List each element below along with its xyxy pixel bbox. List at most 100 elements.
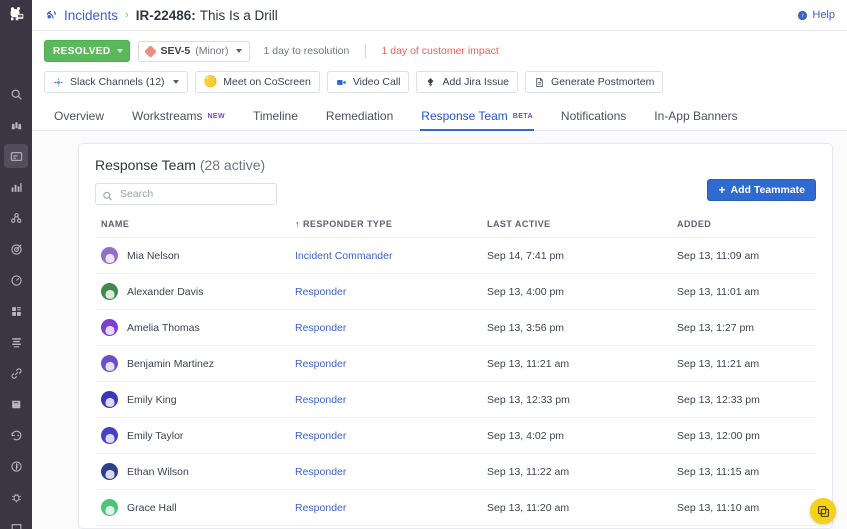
search-icon[interactable] (4, 82, 28, 106)
table-row[interactable]: Emily KingResponder Sep 13, 12:33 pmSep 1… (95, 382, 816, 418)
table-row[interactable]: Noah WhiteResponderSep 13, 12:34 pmSep 1… (95, 526, 816, 529)
table-body: Mia NelsonIncident CommanderSep 14, 7:41… (95, 238, 816, 529)
tab-response-team[interactable]: Response Team BETA (407, 102, 547, 130)
person-name: Grace Hall (127, 502, 177, 514)
cell-added: Sep 13, 12:33 pm (677, 382, 816, 418)
chevron-down-icon (236, 49, 242, 53)
tab-in-app-banners[interactable]: In-App Banners (640, 102, 751, 130)
bear-logo-icon[interactable] (3, 5, 29, 24)
cell-last-active: Sep 13, 3:56 pm (487, 310, 677, 346)
cell-name: Emily King (95, 382, 295, 418)
gauge-icon[interactable] (4, 268, 28, 292)
avatar (101, 355, 118, 372)
tab-timeline[interactable]: Timeline (239, 102, 312, 130)
document-icon (534, 77, 545, 88)
table-row[interactable]: Alexander DavisResponderSep 13, 4:00 pmS… (95, 274, 816, 310)
cell-responder-type: Responder (295, 310, 487, 346)
cell-added: Sep 13, 1:27 pm (677, 310, 816, 346)
cell-responder-type: Responder (295, 454, 487, 490)
avatar (101, 283, 118, 300)
video-call-label: Video Call (353, 76, 401, 88)
responder-type-link[interactable]: Responder (295, 322, 346, 334)
column-header-added[interactable]: ADDED (677, 219, 816, 238)
severity-diamond-icon (145, 45, 158, 58)
cell-responder-type: Responder (295, 382, 487, 418)
video-call-button[interactable]: Video Call (327, 71, 410, 93)
generate-postmortem-button[interactable]: Generate Postmortem (525, 71, 663, 93)
book-icon[interactable] (4, 392, 28, 416)
cell-last-active: Sep 13, 11:21 am (487, 346, 677, 382)
coscreen-fab-button[interactable] (810, 498, 836, 524)
slack-channels-button[interactable]: Slack Channels (12) (44, 71, 188, 93)
binoculars-icon[interactable] (4, 113, 28, 137)
responder-type-link[interactable]: Incident Commander (295, 250, 392, 262)
table-row[interactable]: Benjamin MartinezResponder Sep 13, 11:21 … (95, 346, 816, 382)
responder-type-link[interactable]: Responder (295, 502, 346, 514)
table-row[interactable]: Grace HallResponderSep 13, 11:20 amSep 1… (95, 490, 816, 526)
coin-icon[interactable] (4, 454, 28, 478)
column-header-responder-type[interactable]: ↑RESPONDER TYPE (295, 219, 487, 238)
cell-name: Noah White (95, 526, 295, 529)
target-icon[interactable] (4, 237, 28, 261)
column-header-name[interactable]: NAME (95, 219, 295, 238)
search-input[interactable] (95, 183, 277, 205)
add-jira-issue-label: Add Jira Issue (442, 76, 509, 88)
add-jira-issue-button[interactable]: Add Jira Issue (416, 71, 518, 93)
person: Emily King (101, 391, 295, 408)
tab-remediation[interactable]: Remediation (312, 102, 407, 130)
retrospective-icon[interactable] (4, 423, 28, 447)
add-teammate-button[interactable]: + Add Teammate (707, 179, 816, 201)
services-icon[interactable] (4, 206, 28, 230)
cell-name: Alexander Davis (95, 274, 295, 310)
content-area: Response Team (28 active) + (32, 131, 847, 529)
incidents-card-icon[interactable] (4, 144, 28, 168)
main-column: Incidents › IR-22486: This Is a Drill He… (32, 0, 847, 529)
runbooks-icon[interactable] (4, 330, 28, 354)
left-nav-rail (0, 0, 32, 529)
avatar (101, 499, 118, 516)
severity-dropdown[interactable]: SEV-5 (Minor) (138, 41, 249, 62)
responder-type-link[interactable]: Responder (295, 286, 346, 298)
chat-icon[interactable] (4, 516, 28, 529)
meta-divider: | (363, 42, 367, 60)
link-icon[interactable] (4, 361, 28, 385)
meet-on-coscreen-button[interactable]: 🟡 Meet on CoScreen (195, 71, 320, 93)
person-name: Mia Nelson (127, 250, 180, 262)
person: Grace Hall (101, 499, 295, 516)
responder-type-link[interactable]: Responder (295, 394, 346, 406)
table-row[interactable]: Emily TaylorResponderSep 13, 4:02 pmSep … (95, 418, 816, 454)
responder-type-link[interactable]: Responder (295, 358, 346, 370)
responder-type-link[interactable]: Responder (295, 430, 346, 442)
person: Mia Nelson (101, 247, 295, 264)
table-row[interactable]: Ethan WilsonResponderSep 13, 11:22 amSep… (95, 454, 816, 490)
avatar (101, 463, 118, 480)
tab-overview[interactable]: Overview (44, 102, 118, 130)
incident-tabs: Overview Workstreams NEW Timeline Remedi… (32, 103, 847, 131)
page-title: Response Team (28 active) (95, 157, 277, 173)
tab-notifications[interactable]: Notifications (547, 102, 640, 130)
tab-workstreams[interactable]: Workstreams NEW (118, 102, 239, 130)
help-button[interactable]: Help (797, 9, 835, 21)
windows-overlap-icon (817, 505, 830, 518)
cell-added: Sep 13, 11:15 am (677, 454, 816, 490)
table-row[interactable]: Amelia ThomasResponderSep 13, 3:56 pmSep… (95, 310, 816, 346)
cell-last-active: Sep 13, 12:33 pm (487, 382, 677, 418)
cell-responder-type: Responder (295, 274, 487, 310)
cell-responder-type: Responder (295, 418, 487, 454)
breadcrumb-incidents-link[interactable]: Incidents (64, 8, 118, 23)
responder-type-link[interactable]: Responder (295, 466, 346, 478)
cell-name: Grace Hall (95, 490, 295, 526)
active-count: (28 active) (200, 157, 265, 173)
cell-responder-type: Responder (295, 346, 487, 382)
analytics-icon[interactable] (4, 175, 28, 199)
cell-last-active: Sep 13, 11:22 am (487, 454, 677, 490)
column-header-last-active[interactable]: LAST ACTIVE (487, 219, 677, 238)
integration-icon[interactable] (4, 299, 28, 323)
bug-icon[interactable] (4, 485, 28, 509)
cell-added: Sep 13, 12:34 pm (677, 526, 816, 529)
status-dropdown[interactable]: RESOLVED (44, 40, 130, 62)
person: Benjamin Martinez (101, 355, 295, 372)
response-team-card: Response Team (28 active) + (78, 143, 833, 529)
table-row[interactable]: Mia NelsonIncident CommanderSep 14, 7:41… (95, 238, 816, 274)
card-header-left: Response Team (28 active) (95, 157, 277, 205)
